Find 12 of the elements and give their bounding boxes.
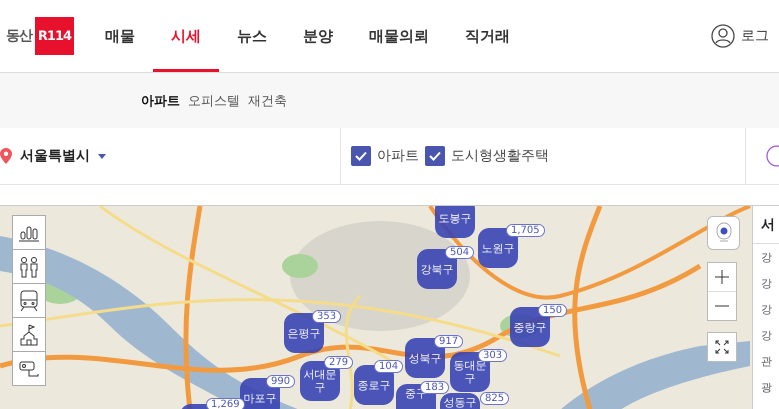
panel-title: 서 [753, 206, 779, 244]
count-badge: 353 [312, 310, 342, 323]
count-badge: 504 [445, 246, 474, 259]
count-badge: 990 [266, 375, 296, 388]
count-badge: 1,705 [506, 224, 545, 237]
count-badge: 104 [374, 360, 404, 373]
count-badge: 303 [478, 349, 508, 362]
count-badge: 917 [434, 335, 464, 348]
count-badge: 825 [480, 392, 510, 405]
count-badge: 150 [538, 304, 568, 317]
count-badge: 279 [324, 356, 354, 369]
count-badge: 1,269 [206, 398, 245, 409]
